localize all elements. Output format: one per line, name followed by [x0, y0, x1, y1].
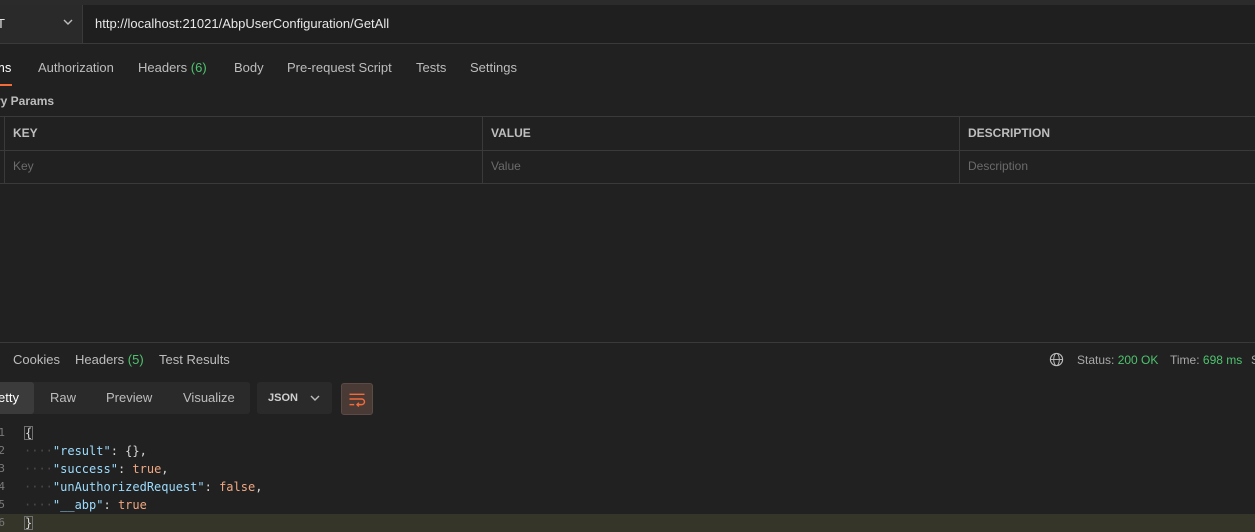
method-label: T: [0, 16, 5, 31]
params-header-row: KEY VALUE DESCRIPTION: [0, 117, 1255, 151]
status-indicator[interactable]: Status: 200 OK: [1077, 353, 1158, 367]
key-column-header: KEY: [4, 117, 483, 150]
response-view-bar: etty Raw Preview Visualize JSON: [0, 382, 1255, 416]
tab-pre-request-script[interactable]: Pre-request Script: [287, 60, 392, 75]
value-column-header: VALUE: [482, 117, 960, 150]
code-line: 4 ····"unAuthorizedRequest": false,: [0, 480, 263, 494]
code-line: 2 ····"result": {},: [0, 444, 147, 458]
tab-test-results[interactable]: Test Results: [159, 352, 230, 367]
view-raw-button[interactable]: Raw: [50, 382, 76, 414]
format-select[interactable]: JSON: [257, 382, 332, 414]
url-input[interactable]: http://localhost:21021/AbpUserConfigurat…: [95, 16, 389, 31]
key-input[interactable]: Key: [4, 150, 483, 183]
view-mode-segmented: etty Raw Preview Visualize: [0, 382, 250, 414]
tab-settings[interactable]: Settings: [470, 60, 517, 75]
time-label: Time:: [1170, 353, 1200, 367]
response-bar: Cookies Headers (5) Test Results Status:…: [0, 342, 1255, 377]
status-value: 200 OK: [1117, 353, 1159, 367]
response-body-editor[interactable]: 1 { 2 ····"result": {}, 3 ····"success":…: [0, 424, 1255, 532]
tab-tests[interactable]: Tests: [416, 60, 446, 75]
method-select[interactable]: T: [0, 5, 83, 43]
size-indicator-cut[interactable]: S: [1251, 353, 1255, 367]
time-indicator[interactable]: Time: 698 ms: [1170, 353, 1242, 367]
active-tab-indicator: [0, 84, 12, 86]
globe-icon[interactable]: [1049, 352, 1064, 367]
description-input[interactable]: Description: [959, 150, 1255, 183]
request-tabs: ms Authorization Headers (6) Body Pre-re…: [0, 44, 1255, 90]
tab-authorization[interactable]: Authorization: [38, 60, 114, 75]
wrap-lines-button[interactable]: [341, 383, 373, 415]
query-params-title: ry Params: [0, 94, 55, 108]
headers-count: (6): [190, 60, 207, 75]
matching-brace: }: [24, 516, 34, 530]
params-empty-row: Key Value Description: [0, 150, 1255, 183]
tab-headers[interactable]: Headers (6): [138, 60, 207, 75]
code-line: 5 ····"__abp": true: [0, 498, 147, 512]
format-label: JSON: [268, 392, 298, 404]
tab-body[interactable]: Body: [234, 60, 264, 75]
code-line: 1 {: [0, 426, 34, 440]
params-table: KEY VALUE DESCRIPTION Key Value Descript…: [0, 116, 1255, 184]
tab-params[interactable]: ms: [0, 60, 11, 75]
tab-response-headers[interactable]: Headers (5): [75, 352, 144, 367]
value-input[interactable]: Value: [482, 150, 960, 183]
view-pretty-button[interactable]: etty: [0, 382, 34, 414]
chevron-down-icon: [63, 19, 73, 25]
status-label: Status:: [1077, 353, 1115, 367]
view-preview-button[interactable]: Preview: [106, 382, 152, 414]
description-column-header: DESCRIPTION: [959, 117, 1255, 150]
response-headers-count: (5): [127, 352, 144, 367]
wrap-lines-icon: [349, 393, 366, 407]
chevron-down-icon: [310, 395, 320, 401]
code-line: 3 ····"success": true,: [0, 462, 169, 476]
code-line-current: 6 }: [0, 514, 1255, 532]
url-bar: T http://localhost:21021/AbpUserConfigur…: [0, 5, 1255, 44]
view-visualize-button[interactable]: Visualize: [183, 382, 235, 414]
matching-brace: {: [24, 426, 34, 440]
tab-cookies[interactable]: Cookies: [13, 352, 60, 367]
time-value: 698 ms: [1202, 353, 1243, 367]
